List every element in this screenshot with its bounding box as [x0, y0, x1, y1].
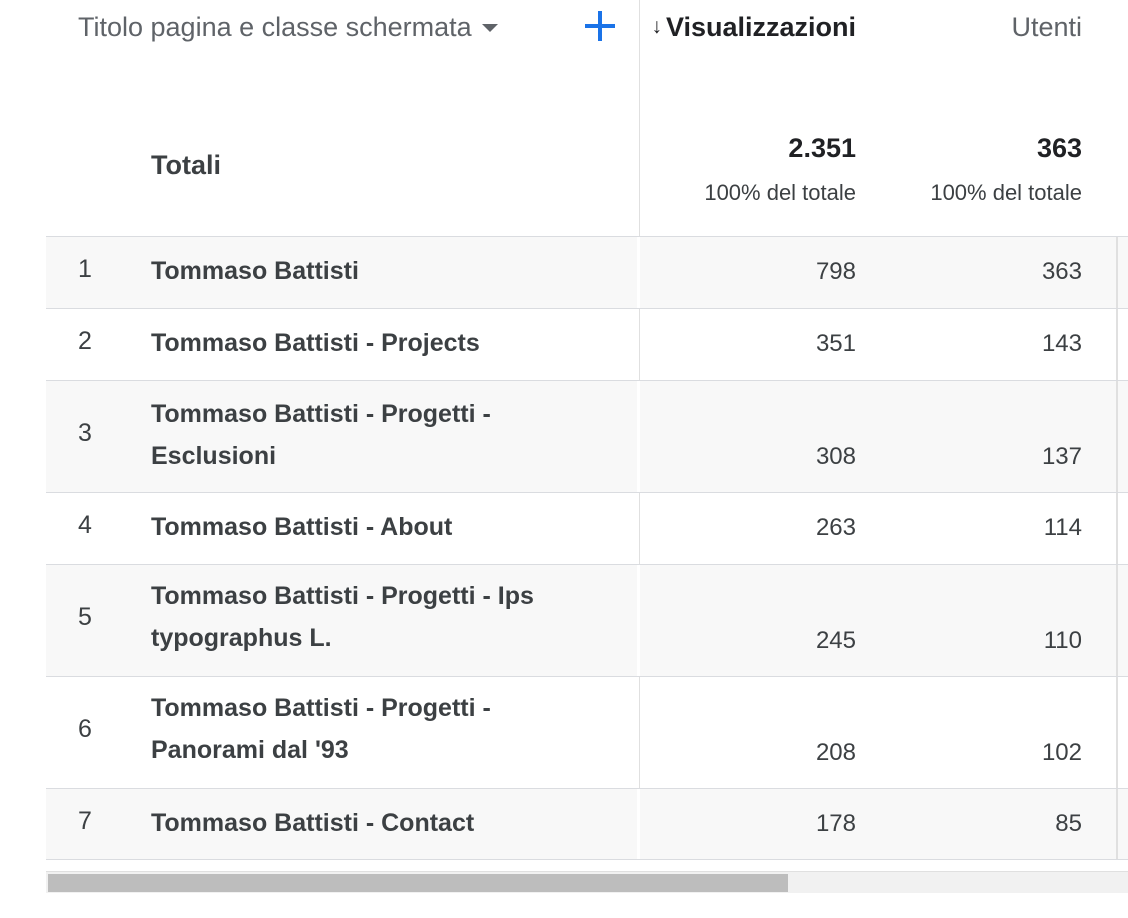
horizontal-scrollbar-thumb[interactable] [48, 874, 788, 892]
row-page-title: Tommaso Battisti - Contact [151, 809, 475, 837]
row-users: 85 [1055, 810, 1082, 837]
row-views: 208 [815, 739, 856, 766]
row-users: 137 [1041, 443, 1082, 470]
dimension-label: Titolo pagina e classe schermata [78, 11, 472, 42]
row-rank: 5 [78, 603, 92, 631]
column-edge [1116, 493, 1118, 564]
row-users: 143 [1041, 330, 1082, 357]
column-header-views-label: Visualizzazioni [665, 11, 856, 42]
row-rank: 6 [78, 715, 92, 743]
table-row[interactable]: 4 Tommaso Battisti - About 263 114 [46, 492, 1128, 564]
column-header-users[interactable]: Utenti [880, 8, 1082, 46]
row-views: 178 [815, 810, 856, 837]
table-row[interactable]: 2 Tommaso Battisti - Projects 351 143 [46, 308, 1128, 380]
totals-users-value: 363 [1036, 133, 1082, 163]
row-users: 363 [1041, 258, 1082, 285]
row-rank: 3 [78, 419, 92, 447]
row-rank: 7 [78, 807, 92, 835]
row-page-title: Tommaso Battisti - About [151, 513, 453, 541]
add-dimension-button[interactable] [578, 4, 622, 48]
report-table: Titolo pagina e classe schermata ↓ Visua… [0, 0, 1128, 918]
row-views: 263 [815, 514, 856, 541]
row-users: 114 [1043, 514, 1082, 541]
totals-views-percent: 100% del totale [704, 180, 856, 205]
column-header-views[interactable]: ↓ Visualizzazioni [640, 8, 856, 46]
table-row[interactable]: 7 Tommaso Battisti - Contact 178 85 [46, 788, 1128, 860]
row-views: 798 [815, 258, 856, 285]
dimension-selector[interactable]: Titolo pagina e classe schermata [78, 8, 498, 46]
column-edge [1116, 381, 1118, 492]
row-separator [637, 381, 640, 492]
row-rank: 1 [78, 255, 92, 283]
row-rank: 2 [78, 327, 92, 355]
totals-views-value: 2.351 [788, 133, 856, 163]
sort-descending-icon: ↓ [651, 15, 662, 38]
column-edge [1116, 309, 1118, 380]
row-views: 245 [815, 627, 856, 654]
column-header-users-label: Utenti [1011, 11, 1082, 42]
column-edge [1116, 565, 1118, 676]
table-row[interactable]: 5 Tommaso Battisti - Progetti - Ips typo… [46, 564, 1128, 676]
table-row[interactable]: 6 Tommaso Battisti - Progetti - Panorami… [46, 676, 1128, 788]
column-edge [1116, 789, 1118, 860]
table-row[interactable]: 3 Tommaso Battisti - Progetti - Esclusio… [46, 380, 1128, 492]
row-views: 351 [815, 330, 856, 357]
column-edge [1116, 237, 1118, 308]
dropdown-caret-icon [481, 24, 498, 32]
row-users: 102 [1041, 739, 1082, 766]
table-bottom-border [46, 859, 1128, 860]
row-page-title: Tommaso Battisti - Progetti - Panorami d… [151, 694, 491, 764]
row-rank: 4 [78, 511, 92, 539]
row-page-title: Tommaso Battisti - Progetti - Esclusioni [151, 400, 491, 470]
totals-label: Totali [151, 150, 221, 180]
row-views: 308 [815, 443, 856, 470]
row-separator [637, 565, 640, 676]
table-row[interactable]: 1 Tommaso Battisti 798 363 [46, 236, 1128, 308]
row-page-title: Tommaso Battisti - Progetti - Ips typogr… [151, 582, 534, 652]
totals-users-percent: 100% del totale [930, 180, 1082, 205]
row-users: 110 [1043, 627, 1082, 654]
row-page-title: Tommaso Battisti - Projects [151, 329, 480, 357]
row-page-title: Tommaso Battisti [151, 257, 359, 285]
column-edge [1116, 677, 1118, 788]
